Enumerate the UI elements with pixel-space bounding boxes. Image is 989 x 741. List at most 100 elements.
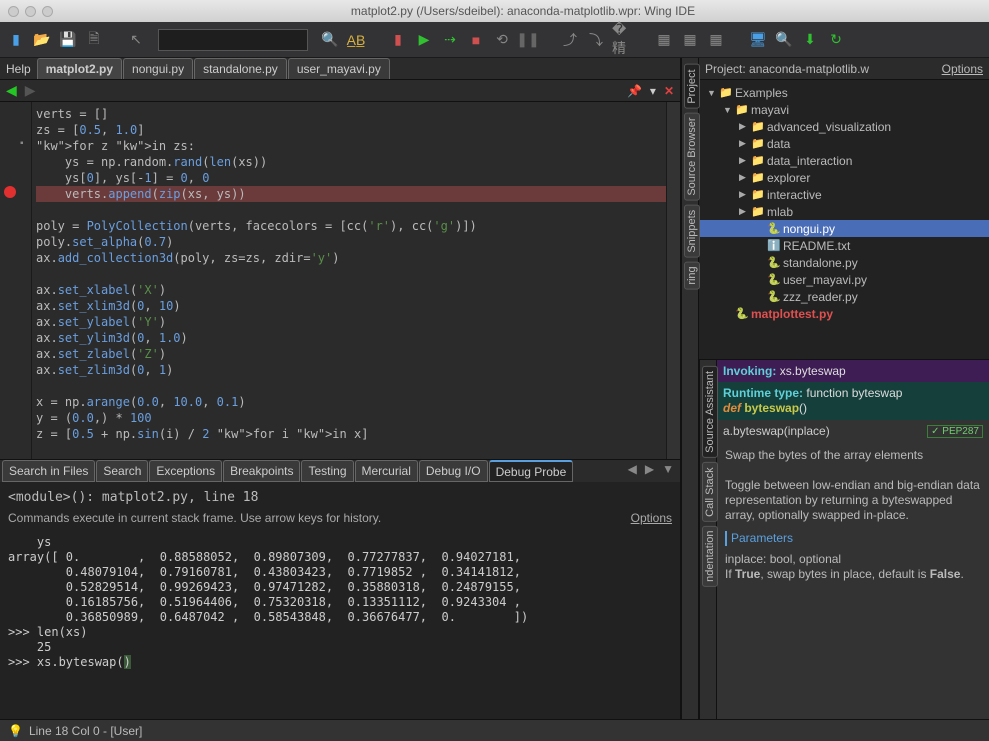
vtab-source-browser[interactable]: Source Browser <box>684 112 700 200</box>
debug-probe-console[interactable]: ys array([ 0. , 0.88588052, 0.89807309, … <box>8 535 672 670</box>
close-window-icon[interactable] <box>8 6 19 17</box>
tab-scroll-right-icon[interactable]: ▶ <box>641 460 658 482</box>
panel3-icon[interactable]: ▦ <box>706 30 726 50</box>
pin-icon[interactable]: 📌 <box>627 84 642 98</box>
tree-row[interactable]: ▼📁mayavi <box>699 101 989 118</box>
debug-probe-options[interactable]: Options <box>631 511 672 525</box>
minimize-window-icon[interactable] <box>25 6 36 17</box>
restart-icon[interactable]: ⟲ <box>492 30 512 50</box>
nav-back-icon[interactable]: ◀ <box>6 82 17 99</box>
project-header: Project: anaconda-matplotlib.w Options <box>699 58 989 80</box>
step-out-icon[interactable]: �精 <box>612 30 632 50</box>
assistant-def-name: byteswap <box>744 401 799 415</box>
vtab-indentation[interactable]: ndentation <box>702 525 718 586</box>
terminal-icon[interactable]: 🖥 <box>748 30 768 50</box>
tab-menu-icon[interactable]: ▼ <box>658 460 678 482</box>
help-menu[interactable]: Help <box>0 58 37 79</box>
highlight-icon[interactable]: A̲B̲ <box>346 30 366 50</box>
tab-debug-io[interactable]: Debug I/O <box>419 460 488 482</box>
tab-search-in-files[interactable]: Search in Files <box>2 460 95 482</box>
save-icon[interactable]: 💾 <box>58 30 78 50</box>
tool-icon[interactable]: ↖ <box>126 30 146 50</box>
open-file-icon[interactable]: 📂 <box>32 30 52 50</box>
tree-row[interactable]: ▶📁interactive <box>699 186 989 203</box>
tab-scroll-left-icon[interactable]: ◀ <box>624 460 641 482</box>
editor-scrollbar[interactable] <box>666 102 680 459</box>
panel1-icon[interactable]: ▦ <box>654 30 674 50</box>
vtab-call-stack[interactable]: Call Stack <box>702 462 718 522</box>
tree-row[interactable]: 🐍nongui.py <box>699 220 989 237</box>
tree-row[interactable]: ▶📁data_interaction <box>699 152 989 169</box>
right-sidebar-tabs-upper: ring Snippets Source Browser Project <box>681 58 699 719</box>
lightbulb-icon[interactable]: 💡 <box>8 724 23 738</box>
tree-row[interactable]: ▶📁explorer <box>699 169 989 186</box>
file-tab-standalone[interactable]: standalone.py <box>194 58 287 79</box>
traffic-lights <box>8 6 53 17</box>
pep287-badge: ✓ PEP287 <box>927 425 983 438</box>
stop-icon[interactable]: ■ <box>466 30 486 50</box>
vtab-project[interactable]: Project <box>684 64 700 108</box>
bottom-tabs: Search in Files Search Exceptions Breakp… <box>0 460 680 482</box>
breakpoint-icon[interactable] <box>4 186 16 198</box>
window-titlebar: matplot2.py (/Users/sdeibel): anaconda-m… <box>0 0 989 22</box>
zoom-window-icon[interactable] <box>42 6 53 17</box>
debug-probe-panel: <module>(): matplot2.py, line 18 Command… <box>0 482 680 719</box>
new-file-icon[interactable]: ▮ <box>6 30 26 50</box>
tree-row[interactable]: ▼📁Examples <box>699 84 989 101</box>
nav-forward-icon[interactable]: ▶ <box>25 82 36 99</box>
right-sidebar-tabs-lower: ndentation Call Stack Source Assistant <box>699 360 717 719</box>
assistant-runtime-row: Runtime type: function byteswap def byte… <box>717 382 989 420</box>
download-icon[interactable]: ⬇ <box>800 30 820 50</box>
vtab-ring[interactable]: ring <box>684 261 700 289</box>
find-icon[interactable]: 🔍 <box>774 30 794 50</box>
editor-gutter[interactable]: ▪ <box>0 102 32 459</box>
assistant-runtime-value: function byteswap <box>806 386 902 400</box>
tab-testing[interactable]: Testing <box>301 460 353 482</box>
vtab-source-assistant[interactable]: Source Assistant <box>702 366 718 458</box>
file-tab-matplot2[interactable]: matplot2.py <box>37 58 122 79</box>
file-tab-usermayavi[interactable]: user_mayavi.py <box>288 58 390 79</box>
vtab-snippets[interactable]: Snippets <box>684 205 700 258</box>
close-tab-icon[interactable]: ✕ <box>664 84 674 98</box>
project-options[interactable]: Options <box>942 62 983 76</box>
run-icon[interactable]: ▶ <box>414 30 434 50</box>
code-area[interactable]: verts = [] zs = [0.5, 1.0] "kw">for z "k… <box>32 102 666 459</box>
toolbar-search-input[interactable] <box>158 29 308 51</box>
save-all-icon[interactable]: 🗎 <box>84 30 104 50</box>
file-tab-nongui[interactable]: nongui.py <box>123 58 193 79</box>
tree-row[interactable]: 🐍matplottest.py <box>699 305 989 322</box>
step-icon[interactable]: ⇢ <box>440 30 460 50</box>
tab-exceptions[interactable]: Exceptions <box>149 460 222 482</box>
code-editor[interactable]: ▪ verts = [] zs = [0.5, 1.0] "kw">for z … <box>0 102 680 459</box>
source-assistant-panel: Invoking: xs.byteswap Runtime type: func… <box>717 360 989 719</box>
panel2-icon[interactable]: ▦ <box>680 30 700 50</box>
search-icon[interactable]: 🔍 <box>320 30 340 50</box>
tab-debug-probe[interactable]: Debug Probe <box>489 460 574 482</box>
fold-minus-icon[interactable]: ▪ <box>20 138 24 149</box>
step-over-icon[interactable]: ⤴ <box>560 30 580 50</box>
chevron-down-icon[interactable]: ▾ <box>650 84 656 98</box>
tree-row[interactable]: ▶📁advanced_visualization <box>699 118 989 135</box>
assistant-doc-summary: Swap the bytes of the array elements <box>725 448 981 463</box>
reload-icon[interactable]: ↻ <box>826 30 846 50</box>
tab-breakpoints[interactable]: Breakpoints <box>223 460 300 482</box>
assistant-invoking-row: Invoking: xs.byteswap <box>717 360 989 382</box>
tree-row[interactable]: ▶📁mlab <box>699 203 989 220</box>
tree-row[interactable]: ℹ️README.txt <box>699 237 989 254</box>
project-tree[interactable]: ▼📁Examples▼📁mayavi▶📁advanced_visualizati… <box>699 80 989 360</box>
project-title: Project: anaconda-matplotlib.w <box>705 62 869 76</box>
tree-row[interactable]: 🐍standalone.py <box>699 254 989 271</box>
record-icon[interactable]: ▮ <box>388 30 408 50</box>
assistant-def-kw: def <box>723 401 741 415</box>
assistant-runtime-label: Runtime type: <box>723 386 803 400</box>
tab-search[interactable]: Search <box>96 460 148 482</box>
main-toolbar: ▮ 📂 💾 🗎 ↖ 🔍 A̲B̲ ▮ ▶ ⇢ ■ ⟲ ❚❚ ⤴ ⤵ �精 ▦ ▦… <box>0 22 989 58</box>
tree-row[interactable]: 🐍user_mayavi.py <box>699 271 989 288</box>
tree-row[interactable]: ▶📁data <box>699 135 989 152</box>
tab-mercurial[interactable]: Mercurial <box>355 460 418 482</box>
tree-row[interactable]: 🐍zzz_reader.py <box>699 288 989 305</box>
assistant-param-line1: inplace: bool, optional <box>725 552 981 567</box>
step-into-icon[interactable]: ⤵ <box>586 30 606 50</box>
status-text: Line 18 Col 0 - [User] <box>29 724 142 738</box>
pause-icon[interactable]: ❚❚ <box>518 30 538 50</box>
